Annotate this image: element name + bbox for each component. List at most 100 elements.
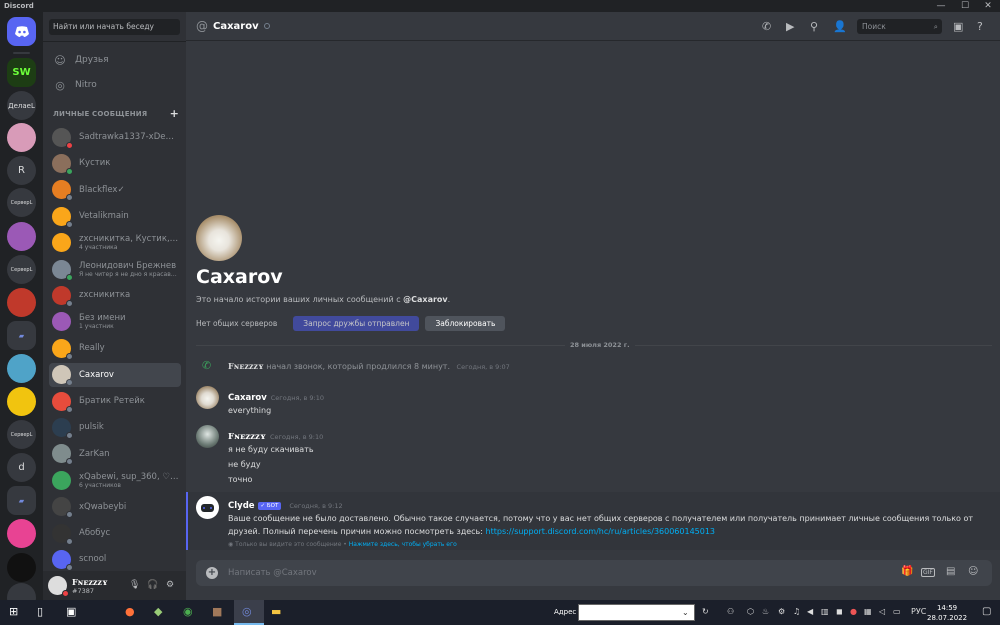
- server-icon[interactable]: [7, 354, 36, 383]
- server-icon[interactable]: [7, 123, 36, 152]
- dm-item[interactable]: zxсникитка, Кустик, Б… 4 участника: [49, 231, 181, 255]
- explorer-icon[interactable]: ▬: [271, 605, 281, 618]
- tray-icon[interactable]: ⚙: [778, 607, 785, 616]
- server-icon[interactable]: [7, 519, 36, 548]
- headphones-icon[interactable]: 🎧: [147, 580, 158, 590]
- chrome-icon[interactable]: ◉: [183, 605, 193, 618]
- home-button[interactable]: [7, 17, 36, 46]
- nav-friends[interactable]: ☺ Друзья: [49, 49, 181, 71]
- server-icon[interactable]: [7, 583, 36, 600]
- settings-gear-icon[interactable]: ⚙: [166, 580, 174, 590]
- server-icon[interactable]: СерверL: [7, 420, 36, 449]
- block-button[interactable]: Заблокировать: [425, 316, 506, 331]
- add-friend-to-dm-icon[interactable]: 👤: [833, 20, 847, 33]
- dm-item[interactable]: Без имени 1 участник: [49, 310, 181, 334]
- message-avatar[interactable]: [196, 425, 219, 448]
- server-icon[interactable]: [7, 288, 36, 317]
- task-view-icon[interactable]: ▯: [37, 605, 43, 618]
- call-user[interactable]: Fɴᴇᴢᴢᴢʏ: [228, 361, 264, 371]
- minimize-button[interactable]: —: [930, 0, 952, 12]
- sticker-icon[interactable]: ▤: [946, 566, 955, 577]
- upload-plus-icon[interactable]: +: [206, 567, 218, 579]
- tray-icon[interactable]: ●: [850, 607, 857, 616]
- support-link[interactable]: https://support.discord.com/hc/ru/articl…: [486, 527, 716, 536]
- speaker-icon[interactable]: ◁: [879, 607, 885, 616]
- windows-start-icon[interactable]: ⊞: [9, 605, 18, 618]
- message-author[interactable]: Caxarov: [228, 393, 267, 403]
- dropdown-icon[interactable]: ⌄: [682, 608, 689, 617]
- dm-item[interactable]: Абобус: [49, 521, 181, 545]
- dm-item[interactable]: Blackflex✓: [49, 178, 181, 202]
- tray-icon[interactable]: ▥: [821, 607, 829, 616]
- add-dm-icon[interactable]: +: [170, 107, 179, 120]
- status-indicator: [66, 141, 73, 149]
- address-input[interactable]: [578, 604, 695, 621]
- tray-icon[interactable]: ⬡: [747, 607, 754, 616]
- server-icon[interactable]: [7, 553, 36, 582]
- message-text: не буду: [228, 460, 261, 469]
- notifications-icon[interactable]: ▢: [982, 606, 991, 617]
- message-composer[interactable]: + Написать @Caxarov 🎁 GIF ▤ ☺: [196, 560, 992, 586]
- inbox-icon[interactable]: ▣: [953, 20, 963, 33]
- server-icon[interactable]: SW: [7, 58, 36, 87]
- network-icon[interactable]: ▦: [864, 607, 872, 616]
- server-icon[interactable]: [7, 222, 36, 251]
- tray-icon[interactable]: ♫: [793, 607, 800, 616]
- people-icon[interactable]: ⚇: [727, 607, 734, 616]
- dm-item[interactable]: Леонидович Брежнев Я не читер я не дно я …: [49, 257, 181, 281]
- message-avatar[interactable]: [196, 386, 219, 409]
- message-author[interactable]: Fɴᴇᴢᴢᴢʏ: [228, 432, 266, 442]
- server-icon[interactable]: ДелаеL: [7, 91, 36, 120]
- steam-icon[interactable]: ♨: [762, 607, 769, 616]
- dm-item[interactable]: xQabewi, sup_360, ♡… 6 участников: [49, 468, 181, 492]
- discord-taskbar-button[interactable]: ◎: [234, 600, 264, 625]
- message-author[interactable]: Clyde: [228, 501, 255, 511]
- dm-item[interactable]: scnool: [49, 547, 181, 571]
- volume-icon[interactable]: ◀: [807, 607, 813, 616]
- server-icon[interactable]: d: [7, 453, 36, 482]
- app-icon[interactable]: ▣: [66, 605, 76, 618]
- dm-item[interactable]: Кустик: [49, 151, 181, 175]
- gift-icon[interactable]: 🎁: [901, 566, 913, 577]
- firefox-icon[interactable]: ●: [125, 605, 135, 618]
- close-button[interactable]: ✕: [977, 0, 999, 12]
- dismiss-message-link[interactable]: Нажмите здесь, чтобы убрать его: [349, 541, 457, 548]
- language-indicator[interactable]: РУС: [911, 607, 926, 616]
- dm-item[interactable]: Sadtrawka1337-xDedF…: [49, 125, 181, 149]
- battery-icon[interactable]: ▭: [893, 607, 901, 616]
- dm-item[interactable]: xQwabeybi: [49, 495, 181, 519]
- nav-nitro[interactable]: ◎ Nitro: [49, 74, 181, 96]
- microphone-icon[interactable]: 🎙: [129, 580, 140, 590]
- video-call-icon[interactable]: ▶: [786, 20, 794, 33]
- pin-icon[interactable]: ⚲: [810, 20, 818, 33]
- dm-search-input[interactable]: Найти или начать беседу: [49, 19, 180, 35]
- chat-search-input[interactable]: Поиск ⌕: [857, 19, 942, 34]
- go-icon[interactable]: ↻: [702, 607, 709, 616]
- dm-item[interactable]: Братик Ретейк: [49, 389, 181, 413]
- server-folder[interactable]: ▰: [7, 321, 36, 350]
- app-icon[interactable]: ◆: [154, 605, 162, 618]
- user-info[interactable]: Fɴᴇᴢᴢᴢʏ #7387: [72, 577, 108, 595]
- minecraft-icon[interactable]: ■: [212, 605, 222, 618]
- dm-item[interactable]: ZarKan: [49, 442, 181, 466]
- gif-icon[interactable]: GIF: [921, 568, 935, 577]
- server-icon[interactable]: СерверL: [7, 188, 36, 217]
- system-clock[interactable]: 14:59 28.07.2022: [927, 603, 967, 623]
- dm-item[interactable]: Caxarov: [49, 362, 181, 387]
- dm-item[interactable]: pulsik: [49, 415, 181, 439]
- emoji-icon[interactable]: ☺: [968, 566, 978, 577]
- dm-item[interactable]: Really: [49, 336, 181, 360]
- user-avatar[interactable]: [48, 576, 69, 597]
- voice-call-icon[interactable]: ✆: [762, 20, 771, 33]
- maximize-button[interactable]: ☐: [954, 0, 976, 12]
- help-icon[interactable]: ?: [977, 20, 983, 33]
- server-folder[interactable]: ▰: [7, 486, 36, 515]
- tray-icon[interactable]: ◼: [836, 607, 843, 616]
- server-icon[interactable]: [7, 387, 36, 416]
- server-icon[interactable]: СерверL: [7, 255, 36, 284]
- dm-item[interactable]: Vetalikmain: [49, 204, 181, 228]
- server-icon[interactable]: R: [7, 156, 36, 185]
- dm-item[interactable]: zxсникитка: [49, 283, 181, 307]
- discord-icon: ◎: [242, 605, 252, 618]
- friend-request-sent-button[interactable]: Запрос дружбы отправлен: [293, 316, 420, 331]
